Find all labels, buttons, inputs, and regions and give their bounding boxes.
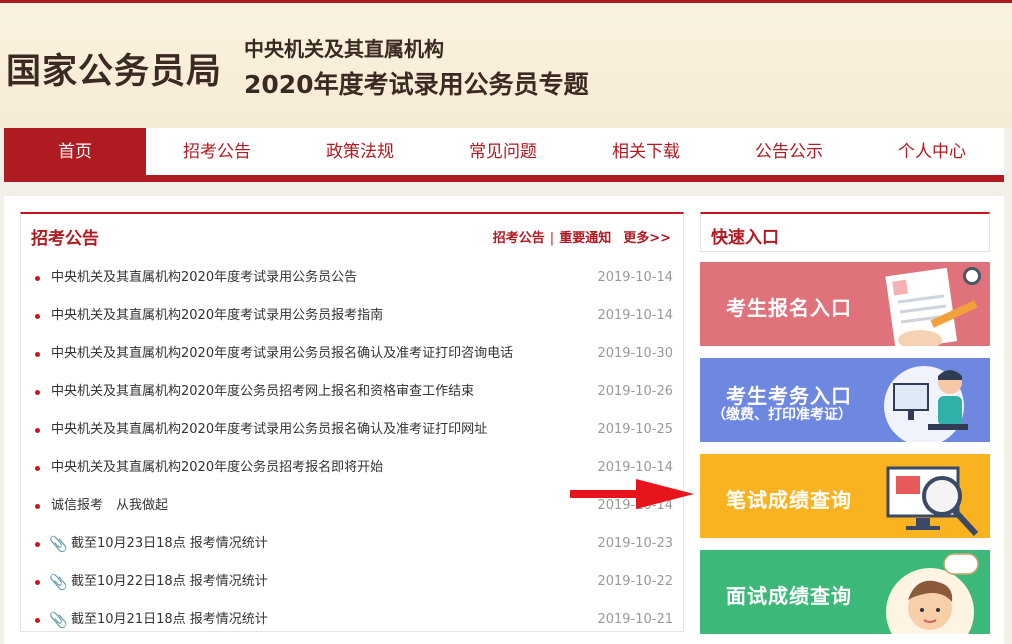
- announcement-title[interactable]: 中央机关及其直属机构2020年度考试录用公务员报名确认及准考证打印网址: [51, 411, 487, 449]
- card-label: 笔试成绩查询: [726, 488, 852, 512]
- interview-person-icon: [886, 553, 979, 634]
- announcement-date: 2019-10-26: [597, 384, 673, 399]
- card-label: 面试成绩查询: [726, 584, 852, 608]
- announcement-title[interactable]: 截至10月23日18点 报考情况统计: [71, 525, 268, 563]
- announcement-date: 2019-10-21: [597, 612, 673, 627]
- bullet-icon: [35, 580, 40, 585]
- announcement-list: 中央机关及其直属机构2020年度考试录用公务员公告 2019-10-14 中央机关…: [21, 259, 683, 639]
- bullet-icon: [35, 314, 40, 319]
- form-writing-icon: [885, 267, 981, 346]
- header-subtitle-topic: 2020年度考试录用公务员专题: [244, 70, 589, 99]
- bullet-icon: [35, 618, 40, 623]
- announcement-title[interactable]: 中央机关及其直属机构2020年度公务员招考报名即将开始: [51, 449, 383, 487]
- list-item: 中央机关及其直属机构2020年度公务员招考网上报名和资格审查工作结束 2019-1…: [21, 373, 683, 411]
- list-item: 📎 截至10月21日18点 报考情况统计 2019-10-21: [21, 601, 683, 639]
- nav-item-notices[interactable]: 公告公示: [718, 128, 860, 175]
- announcement-title[interactable]: 截至10月21日18点 报考情况统计: [71, 601, 268, 639]
- exam-affairs-entry-card[interactable]: 考生考务入口 （缴费、打印准考证）: [700, 358, 990, 442]
- interview-score-card[interactable]: 面试成绩查询: [700, 550, 990, 634]
- magnifier-monitor-icon: [886, 466, 979, 537]
- announcement-title[interactable]: 诚信报考 从我做起: [51, 487, 168, 525]
- announcement-date: 2019-10-25: [597, 422, 673, 437]
- quick-entry-title: 快速入口: [711, 228, 779, 248]
- registration-entry-card[interactable]: 考生报名入口: [700, 262, 990, 346]
- nav-item-downloads[interactable]: 相关下载: [575, 128, 717, 175]
- announcement-date: 2019-10-30: [597, 346, 673, 361]
- paperclip-icon: 📎: [49, 611, 68, 629]
- nav-item-personal-center[interactable]: 个人中心: [861, 128, 1003, 175]
- announcements-links: 招考公告 | 重要通知 更多>>: [493, 227, 671, 246]
- written-exam-score-card[interactable]: 笔试成绩查询: [700, 454, 990, 538]
- announcement-date: 2019-10-14: [597, 308, 673, 323]
- nav-item-announcements[interactable]: 招考公告: [146, 128, 288, 175]
- announcement-title[interactable]: 中央机关及其直属机构2020年度考试录用公务员报名确认及准考证打印咨询电话: [51, 335, 513, 373]
- announcement-date: 2019-10-14: [597, 270, 673, 285]
- announcement-title[interactable]: 中央机关及其直属机构2020年度公务员招考网上报名和资格审查工作结束: [51, 373, 474, 411]
- announcement-title[interactable]: 中央机关及其直属机构2020年度考试录用公务员报考指南: [51, 297, 383, 335]
- announcement-title[interactable]: 中央机关及其直属机构2020年度考试录用公务员公告: [51, 259, 357, 297]
- announcements-panel: 招考公告 招考公告 | 重要通知 更多>> 中央机关及其直属机构2020年度考试录用公…: [20, 212, 684, 632]
- card-label: 考生报名入口: [726, 296, 852, 320]
- more-link[interactable]: 更多>>: [623, 231, 671, 246]
- announcement-date: 2019-10-22: [597, 574, 673, 589]
- bullet-icon: [35, 428, 40, 433]
- list-item: 中央机关及其直属机构2020年度考试录用公务员公告 2019-10-14: [21, 259, 683, 297]
- header-subtitle-org: 中央机关及其直属机构: [244, 37, 444, 61]
- link-separator: |: [549, 231, 555, 246]
- nav-item-faq[interactable]: 常见问题: [432, 128, 574, 175]
- nav-item-home[interactable]: 首页: [4, 128, 146, 175]
- bullet-icon: [35, 542, 40, 547]
- announcements-title: 招考公告: [31, 229, 99, 249]
- bullet-icon: [35, 276, 40, 281]
- paperclip-icon: 📎: [49, 573, 68, 591]
- list-item: 中央机关及其直属机构2020年度考试录用公务员报名确认及准考证打印咨询电话 201…: [21, 335, 683, 373]
- site-name[interactable]: 国家公务员局: [6, 43, 222, 94]
- main-nav: 首页 招考公告 政策法规 常见问题 相关下载 公告公示 个人中心: [4, 128, 1004, 182]
- list-item: 中央机关及其直属机构2020年度考试录用公务员报名确认及准考证打印网址 2019-…: [21, 411, 683, 449]
- computer-user-icon: [884, 366, 968, 442]
- bullet-icon: [35, 352, 40, 357]
- quick-entry-header: 快速入口: [700, 212, 990, 252]
- card-sublabel: （缴费、打印准考证）: [712, 407, 852, 423]
- link-important-notices[interactable]: 重要通知: [559, 231, 611, 246]
- main-content: 招考公告 招考公告 | 重要通知 更多>> 中央机关及其直属机构2020年度考试录用公…: [4, 196, 1004, 644]
- nav-item-policies[interactable]: 政策法规: [289, 128, 431, 175]
- bullet-icon: [35, 504, 40, 509]
- list-item: 中央机关及其直属机构2020年度考试录用公务员报考指南 2019-10-14: [21, 297, 683, 335]
- pointer-arrow-icon: [570, 479, 694, 509]
- bullet-icon: [35, 390, 40, 395]
- announcement-title[interactable]: 截至10月22日18点 报考情况统计: [71, 563, 268, 601]
- paperclip-icon: 📎: [49, 535, 68, 553]
- site-header: 国家公务员局 中央机关及其直属机构 2020年度考试录用公务员专题: [0, 0, 1012, 128]
- list-item: 📎 截至10月23日18点 报考情况统计 2019-10-23: [21, 525, 683, 563]
- link-announcements[interactable]: 招考公告: [493, 231, 545, 246]
- bullet-icon: [35, 466, 40, 471]
- list-item: 📎 截至10月22日18点 报考情况统计 2019-10-22: [21, 563, 683, 601]
- announcement-date: 2019-10-23: [597, 536, 673, 551]
